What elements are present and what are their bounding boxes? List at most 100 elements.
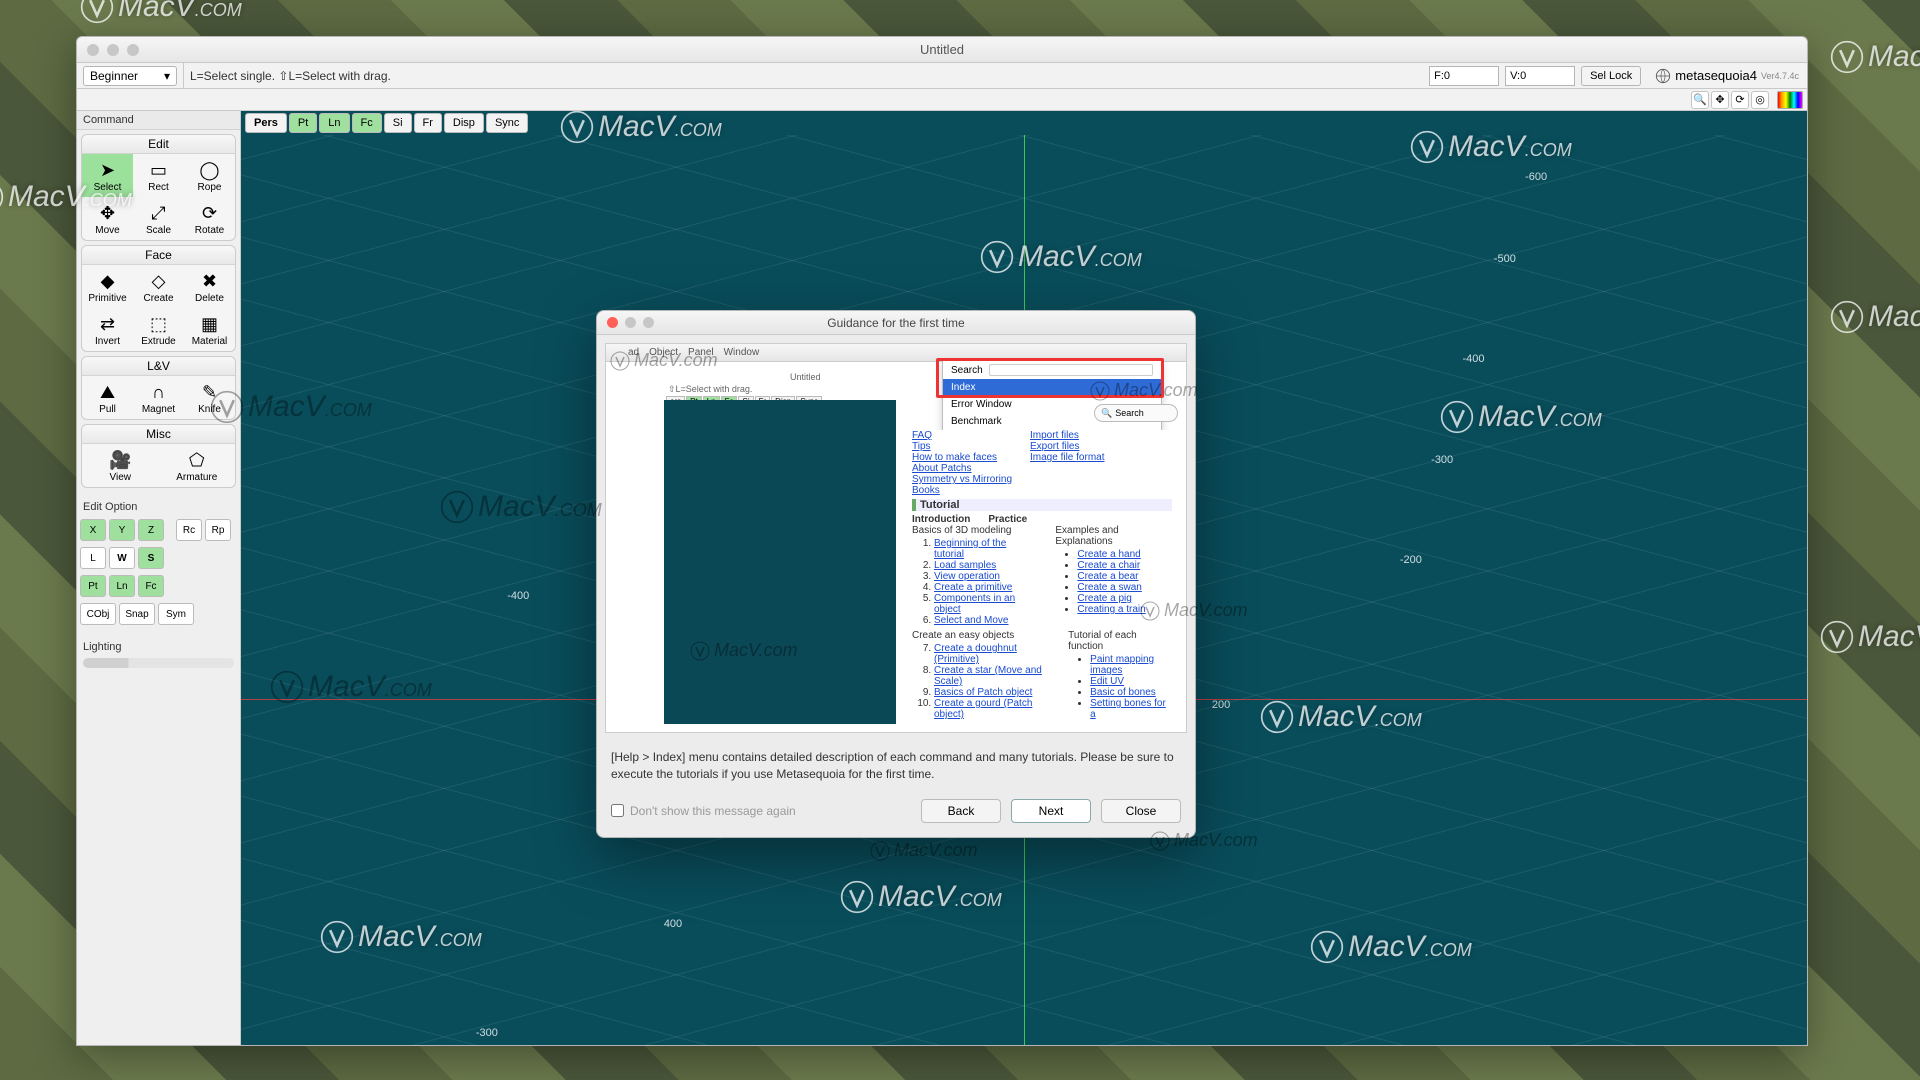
scale-icon: ⤢: [145, 201, 173, 225]
doc-link: Components in an object: [934, 593, 1015, 615]
titlebar[interactable]: Untitled: [77, 37, 1807, 63]
doc-link: Create a primitive: [934, 582, 1012, 593]
view-tab-pers[interactable]: Pers: [245, 113, 287, 133]
view-tab-fc[interactable]: Fc: [352, 113, 382, 133]
cmd-label: Armature: [176, 472, 217, 483]
dont-show-checkbox[interactable]: Don't show this message again: [611, 804, 796, 818]
cmd-label: Magnet: [142, 404, 175, 415]
practice-heading: Practice: [988, 514, 1027, 525]
cmd-pull[interactable]: ⛰Pull: [82, 376, 133, 419]
dialog-titlebar[interactable]: Guidance for the first time: [597, 311, 1195, 335]
rp-button[interactable]: Rp: [205, 519, 231, 541]
axis-x-toggle[interactable]: X: [80, 519, 106, 541]
pan-icon[interactable]: ✥: [1711, 91, 1729, 109]
cmd-magnet[interactable]: ∩Magnet: [133, 376, 184, 419]
local-toggle[interactable]: L: [80, 547, 106, 569]
grid-tick: -600: [1525, 171, 1547, 183]
mini-title: Untitled: [790, 372, 821, 382]
doc-link: Create a hand: [1077, 549, 1140, 560]
doc-link: About Patchs: [912, 463, 971, 474]
cmd-material[interactable]: ▦Material: [184, 308, 235, 351]
mini-menu-item: ad: [628, 347, 639, 358]
pull-icon: ⛰: [94, 380, 122, 404]
cmd-select[interactable]: ➤Select: [82, 154, 133, 197]
cmd-view[interactable]: 🎥View: [82, 444, 159, 487]
cmd-label: Delete: [195, 293, 224, 304]
pt-toggle[interactable]: Pt: [80, 575, 106, 597]
view-tab-si[interactable]: Si: [384, 113, 412, 133]
cmd-delete[interactable]: ✖Delete: [184, 265, 235, 308]
create-icon: ◇: [145, 269, 173, 293]
fc-toggle[interactable]: Fc: [138, 575, 164, 597]
doc-link: Create a star (Move and Scale): [934, 665, 1042, 687]
doc-link: Import files: [1030, 430, 1079, 441]
view-tab-pt[interactable]: Pt: [289, 113, 317, 133]
doc-link: View operation: [934, 571, 1000, 582]
help-doc-preview: FAQTipsHow to make facesAbout PatchsSymm…: [906, 430, 1178, 724]
view-tab-fr[interactable]: Fr: [414, 113, 442, 133]
screen-toggle[interactable]: S: [138, 547, 164, 569]
axis-y-toggle[interactable]: Y: [109, 519, 135, 541]
cmd-extrude[interactable]: ⬚Extrude: [133, 308, 184, 351]
doc-link: Symmetry vs Mirroring: [912, 474, 1012, 485]
doc-link: Books: [912, 485, 940, 496]
close-button[interactable]: Close: [1101, 799, 1181, 823]
rc-button[interactable]: Rc: [176, 519, 202, 541]
doc-link: Beginning of the tutorial: [934, 538, 1006, 560]
vertex-count[interactable]: V:0: [1505, 66, 1575, 86]
cmd-move[interactable]: ✥Move: [82, 197, 133, 240]
cmd-primitive[interactable]: ◆Primitive: [82, 265, 133, 308]
dialog-text: [Help > Index] menu contains detailed de…: [597, 741, 1195, 791]
guidance-dialog: Guidance for the first time ad Object Pa…: [596, 310, 1196, 838]
mini-menu-item: Window: [724, 347, 760, 358]
sel-lock-button[interactable]: Sel Lock: [1581, 66, 1641, 86]
cmd-group-face: Face◆Primitive◇Create✖Delete⇄Invert⬚Extr…: [81, 245, 236, 352]
checkbox-icon[interactable]: [611, 804, 624, 817]
cmd-group-title: Misc: [82, 425, 235, 444]
version-label: Ver4.7.4c: [1761, 71, 1799, 81]
view-tab-ln[interactable]: Ln: [319, 113, 349, 133]
cmd-scale[interactable]: ⤢Scale: [133, 197, 184, 240]
cmd-invert[interactable]: ⇄Invert: [82, 308, 133, 351]
cmd-armature[interactable]: ⬠Armature: [159, 444, 236, 487]
back-button[interactable]: Back: [921, 799, 1001, 823]
cmd-knife[interactable]: ✎Knife: [184, 376, 235, 419]
next-button[interactable]: Next: [1011, 799, 1091, 823]
doc-link: How to make faces: [912, 452, 997, 463]
cmd-group-title: Edit: [82, 135, 235, 154]
world-toggle[interactable]: W: [109, 547, 135, 569]
cmd-rope[interactable]: ◯Rope: [184, 154, 235, 197]
cmd-create[interactable]: ◇Create: [133, 265, 184, 308]
view-tab-sync[interactable]: Sync: [486, 113, 528, 133]
face-count[interactable]: F:0: [1429, 66, 1499, 86]
ln-toggle[interactable]: Ln: [109, 575, 135, 597]
chevron-down-icon: ▾: [164, 69, 170, 83]
cmd-label: Invert: [95, 336, 120, 347]
armature-icon: ⬠: [183, 448, 211, 472]
xyz-row: X Y Z Rc Rp: [77, 516, 240, 544]
orbit-icon[interactable]: ◎: [1751, 91, 1769, 109]
sym-button[interactable]: Sym: [158, 603, 194, 625]
dialog-screenshot: ad Object Panel Window Untitled ⇧L=Selec…: [605, 343, 1187, 733]
ptlnfc-row: Pt Ln Fc: [77, 572, 240, 600]
lighting-slider[interactable]: [83, 658, 234, 668]
view-tab-disp[interactable]: Disp: [444, 113, 484, 133]
sel-lock-label: Sel Lock: [1590, 70, 1632, 82]
viewport-navigation: 🔍 ✥ ⟳ ◎: [1687, 91, 1773, 109]
doc-link: FAQ: [912, 430, 932, 441]
snap-button[interactable]: Snap: [119, 603, 155, 625]
rotate-view-icon[interactable]: ⟳: [1731, 91, 1749, 109]
cmd-group-misc: Misc🎥View⬠Armature: [81, 424, 236, 488]
axis-z-toggle[interactable]: Z: [138, 519, 164, 541]
cobj-button[interactable]: CObj: [80, 603, 116, 625]
zoom-icon[interactable]: 🔍: [1691, 91, 1709, 109]
dont-show-label: Don't show this message again: [630, 804, 796, 818]
doc-link: Create a chair: [1077, 560, 1140, 571]
color-gradient-icon[interactable]: [1777, 91, 1803, 109]
intro-heading: Introduction: [912, 514, 970, 525]
cobj-row: CObj Snap Sym: [77, 600, 240, 628]
app-brand: metasequoia4 Ver4.7.4c: [1647, 68, 1807, 84]
mode-select[interactable]: Beginner ▾: [83, 66, 177, 86]
cmd-rect[interactable]: ▭Rect: [133, 154, 184, 197]
cmd-rotate[interactable]: ⟳Rotate: [184, 197, 235, 240]
